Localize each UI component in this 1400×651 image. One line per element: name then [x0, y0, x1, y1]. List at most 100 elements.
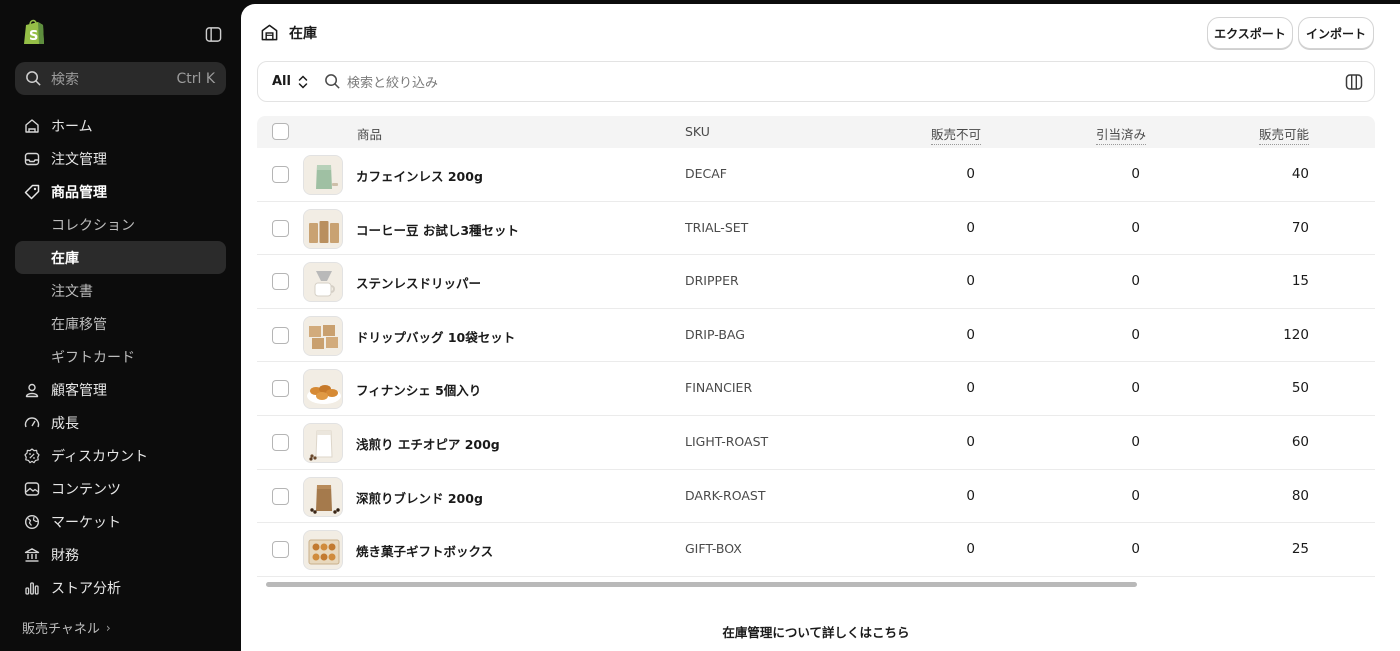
committed-value: 0: [1131, 541, 1140, 558]
column-header-unavailable[interactable]: 販売不可: [930, 124, 981, 145]
product-name: ドリップバッグ 10袋セット: [356, 329, 516, 345]
sidebar-item-markets[interactable]: マーケット: [15, 505, 226, 538]
table-header: 商品 SKU 販売不可 引当済み 販売可能: [257, 116, 1375, 148]
column-header-committed[interactable]: 引当済み: [1095, 124, 1146, 145]
product-thumbnail: [303, 369, 343, 410]
row-checkbox[interactable]: [272, 433, 289, 451]
globe-icon: [23, 513, 41, 531]
sidebar-item-content[interactable]: コンテンツ: [15, 472, 226, 505]
sidebar-item-purchase-orders[interactable]: 注文書: [15, 274, 226, 307]
shopify-logo-icon[interactable]: S: [22, 18, 46, 46]
product-name: カフェインレス 200g: [356, 169, 483, 184]
row-checkbox[interactable]: [272, 219, 289, 237]
product-thumbnail: [303, 476, 343, 517]
sidebar-item-products[interactable]: 商品管理: [15, 175, 226, 208]
unavailable-value: 0: [966, 273, 975, 290]
committed-value: 0: [1131, 219, 1140, 236]
table-row[interactable]: ドリップバッグ 10袋セット DRIP-BAG 0 0 120: [257, 309, 1375, 363]
sidebar-item-inventory[interactable]: 在庫: [15, 241, 226, 274]
main-panel: 在庫 エクスポート インポート All 検索と絞り込み 商品 SKU 販売不可 …: [241, 4, 1400, 651]
view-selector[interactable]: All: [272, 74, 308, 89]
sidebar-item-collections[interactable]: コレクション: [15, 208, 226, 241]
column-header-sku[interactable]: SKU: [685, 124, 710, 139]
committed-value: 0: [1131, 326, 1140, 343]
available-value[interactable]: 60: [1292, 434, 1309, 450]
inventory-table-body: カフェインレス 200g DECAF 0 0 40 コーヒー豆 お試し3種セット…: [257, 148, 1375, 577]
table-row[interactable]: フィナンシェ 5個入り FINANCIER 0 0 50: [257, 362, 1375, 416]
table-row[interactable]: ステンレスドリッパー DRIPPER 0 0 15: [257, 255, 1375, 309]
available-value[interactable]: 25: [1292, 541, 1309, 557]
unavailable-value: 0: [966, 487, 975, 504]
page-title: 在庫: [289, 26, 317, 42]
unavailable-value: 0: [966, 541, 975, 558]
sku-value: FINANCIER: [685, 380, 753, 396]
sidebar-item-growth[interactable]: 成長: [15, 406, 226, 439]
product-name: ステンレスドリッパー: [356, 276, 482, 292]
table-row[interactable]: カフェインレス 200g DECAF 0 0 40: [257, 148, 1375, 202]
table-row[interactable]: コーヒー豆 お試し3種セット TRIAL-SET 0 0 70: [257, 202, 1375, 256]
sidebar-item-finance[interactable]: 財務: [15, 538, 226, 571]
sidebar-item-analytics[interactable]: ストア分析: [15, 571, 226, 604]
search-icon: [26, 71, 41, 86]
search-icon: [325, 74, 340, 89]
chevron-up-down-icon: [298, 74, 308, 89]
sidebar-item-label: ストア分析: [51, 580, 121, 597]
sku-value: DARK-ROAST: [685, 487, 766, 503]
unavailable-value: 0: [966, 326, 975, 343]
row-checkbox[interactable]: [272, 273, 289, 291]
sidebar-item-gift-cards[interactable]: ギフトカード: [15, 340, 226, 373]
sidebar-item-home[interactable]: ホーム: [15, 109, 226, 142]
sidebar-item-transfers[interactable]: 在庫移管: [15, 307, 226, 340]
sidebar-nav: ホーム 注文管理 商品管理 コレクション 在庫 注文書 在庫移管 ギフトカード …: [15, 109, 226, 604]
learn-more-link[interactable]: 在庫管理について詳しくはこちら: [241, 622, 1391, 641]
sidebar-item-label: 在庫移管: [51, 316, 107, 333]
filter-search-input[interactable]: 検索と絞り込み: [347, 72, 1345, 91]
inventory-icon: [261, 24, 278, 41]
committed-value: 0: [1131, 487, 1140, 504]
column-header-product[interactable]: 商品: [357, 124, 382, 143]
row-checkbox[interactable]: [272, 541, 289, 559]
sidebar-toggle-icon[interactable]: [205, 26, 222, 43]
sales-channels-link[interactable]: 販売チャネル ›: [22, 618, 111, 638]
table-row[interactable]: 焼き菓子ギフトボックス GIFT-BOX 0 0 25: [257, 523, 1375, 577]
columns-icon[interactable]: [1345, 73, 1363, 91]
row-checkbox[interactable]: [272, 326, 289, 344]
search-shortcut: Ctrl K: [176, 70, 215, 87]
sidebar-item-label: ディスカウント: [51, 448, 149, 465]
sidebar-item-label: コレクション: [51, 217, 135, 234]
filter-bar: All 検索と絞り込み: [257, 61, 1375, 102]
available-value[interactable]: 40: [1292, 166, 1309, 182]
available-value[interactable]: 50: [1292, 380, 1309, 396]
sku-value: DRIPPER: [685, 273, 739, 289]
available-value[interactable]: 80: [1292, 488, 1309, 504]
row-checkbox[interactable]: [272, 166, 289, 183]
sidebar-item-label: 成長: [51, 415, 79, 432]
sidebar-item-customers[interactable]: 顧客管理: [15, 373, 226, 406]
row-checkbox[interactable]: [272, 380, 289, 398]
sidebar-item-label: 在庫: [51, 250, 79, 267]
sidebar-item-label: 注文書: [51, 283, 93, 300]
sidebar-item-discounts[interactable]: ディスカウント: [15, 439, 226, 472]
import-button[interactable]: インポート: [1298, 17, 1374, 49]
table-row[interactable]: 浅煎り エチオピア 200g LIGHT-ROAST 0 0 60: [257, 416, 1375, 470]
row-checkbox[interactable]: [272, 487, 289, 505]
export-button[interactable]: エクスポート: [1207, 17, 1293, 49]
select-all-checkbox[interactable]: [272, 123, 289, 140]
sidebar-item-label: 財務: [51, 547, 79, 564]
horizontal-scrollbar[interactable]: [266, 582, 1137, 587]
unavailable-value: 0: [966, 380, 975, 397]
sidebar-item-label: コンテンツ: [51, 481, 121, 498]
available-value[interactable]: 70: [1292, 220, 1309, 236]
table-row[interactable]: 深煎りブレンド 200g DARK-ROAST 0 0 80: [257, 470, 1375, 524]
sidebar-item-label: マーケット: [51, 514, 121, 531]
global-search[interactable]: 検索 Ctrl K: [15, 62, 226, 95]
bar-chart-icon: [23, 579, 41, 597]
image-icon: [23, 480, 41, 498]
sidebar-item-label: 商品管理: [51, 184, 107, 201]
sidebar-item-orders[interactable]: 注文管理: [15, 142, 226, 175]
available-value[interactable]: 15: [1292, 273, 1309, 289]
column-header-available[interactable]: 販売可能: [1258, 124, 1309, 145]
sku-value: LIGHT-ROAST: [685, 433, 769, 449]
available-value[interactable]: 120: [1283, 327, 1309, 343]
product-thumbnail: [303, 262, 343, 303]
